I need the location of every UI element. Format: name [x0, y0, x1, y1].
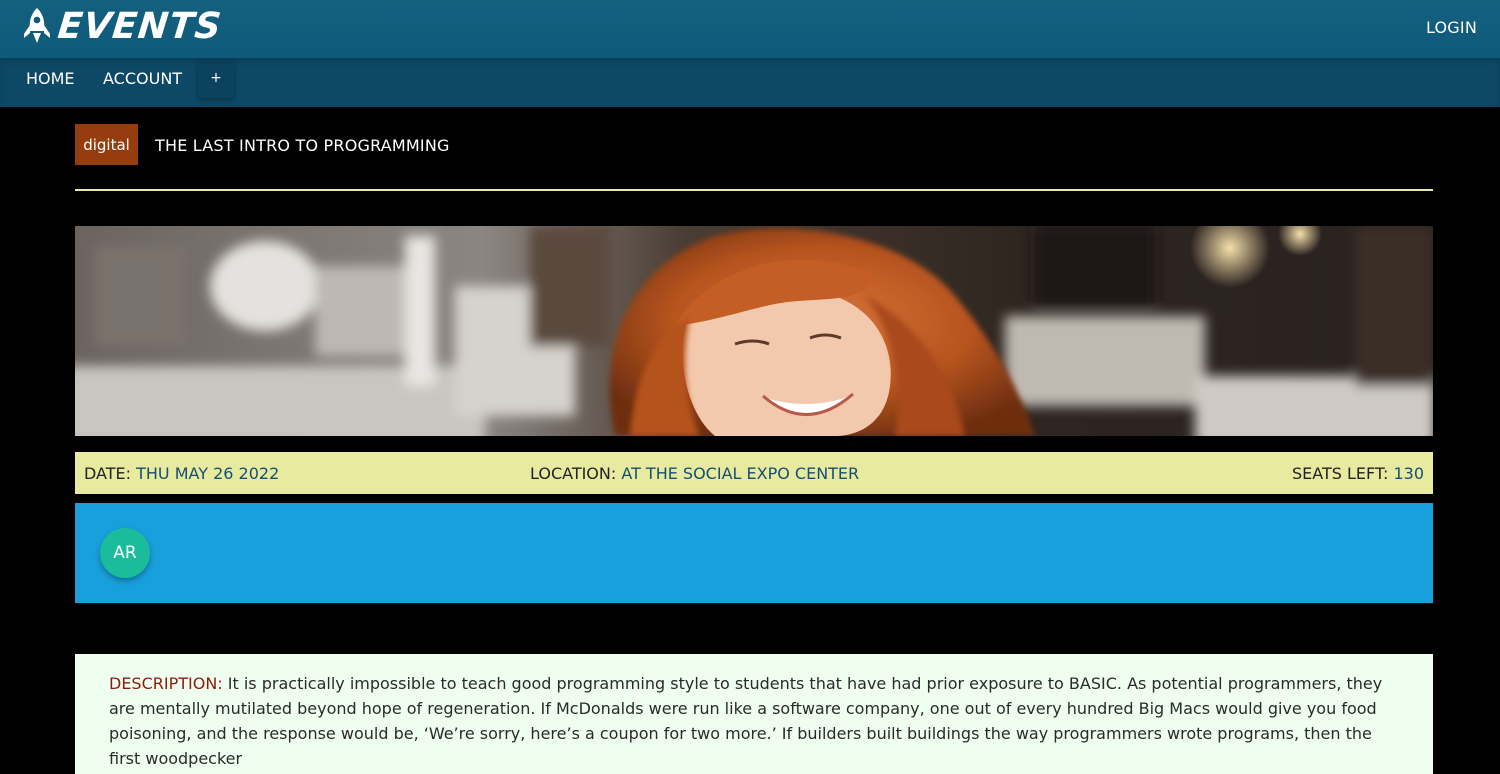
top-bar: EVENTS LOGIN: [0, 0, 1500, 58]
seats-value: 130: [1393, 464, 1424, 483]
location-label: LOCATION:: [530, 464, 617, 483]
category-badge: digital: [75, 124, 138, 165]
event-date: DATE: THU MAY 26 2022: [84, 464, 279, 483]
event-info-bar: DATE: THU MAY 26 2022 LOCATION: AT THE S…: [75, 452, 1433, 494]
nav-account[interactable]: ACCOUNT: [103, 58, 182, 100]
login-link[interactable]: LOGIN: [1426, 18, 1477, 37]
rocket-icon: [24, 8, 50, 43]
event-location: LOCATION: AT THE SOCIAL EXPO CENTER: [530, 464, 859, 483]
brand-logo-link[interactable]: EVENTS: [22, 5, 224, 47]
nav-home[interactable]: HOME: [26, 58, 75, 100]
event-hero-image: [75, 226, 1433, 436]
event-title: THE LAST INTRO TO PROGRAMMING: [155, 136, 450, 155]
event-seats: SEATS LEFT: 130: [1292, 464, 1424, 483]
seats-label: SEATS LEFT:: [1292, 464, 1389, 483]
event-description: DESCRIPTION: It is practically impossibl…: [75, 654, 1433, 774]
date-value: THU MAY 26 2022: [136, 464, 280, 483]
date-label: DATE:: [84, 464, 132, 483]
attendees-panel: AR: [75, 503, 1433, 603]
description-text: It is practically impossible to teach go…: [109, 674, 1383, 768]
location-value: AT THE SOCIAL EXPO CENTER: [621, 464, 860, 483]
brand-name: EVENTS: [55, 5, 224, 47]
title-divider: [75, 189, 1433, 191]
description-label: DESCRIPTION:: [109, 674, 223, 693]
avatar[interactable]: AR: [100, 528, 150, 578]
nav-add-button[interactable]: +: [198, 62, 234, 98]
